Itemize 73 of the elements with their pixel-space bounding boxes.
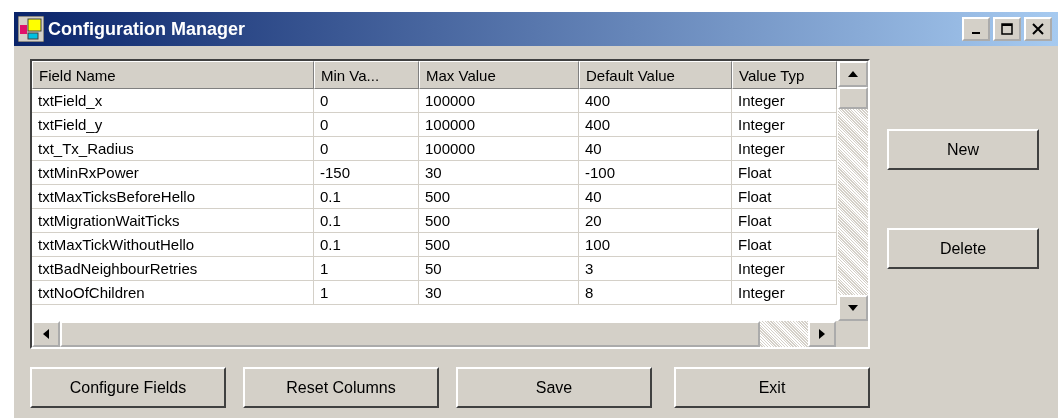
dialog-button[interactable]: Save: [456, 367, 652, 408]
table-cell: txt_Tx_Radius: [32, 137, 314, 161]
right-arrow-icon: [819, 329, 825, 339]
table-cell: 1: [314, 281, 419, 305]
vertical-scrollbar[interactable]: [838, 61, 868, 321]
up-arrow-icon: [848, 71, 858, 77]
table-cell: txtMinRxPower: [32, 161, 314, 185]
minimize-button[interactable]: [962, 17, 990, 41]
column-header[interactable]: Max Value: [419, 61, 579, 89]
scrollbar-corner: [836, 321, 868, 347]
table-cell: 500: [419, 233, 579, 257]
table-cell: 8: [579, 281, 732, 305]
dialog-button[interactable]: Configure Fields: [30, 367, 226, 408]
table-cell: 0.1: [314, 185, 419, 209]
table-cell: 400: [579, 113, 732, 137]
left-arrow-icon: [43, 329, 49, 339]
table-cell: -150: [314, 161, 419, 185]
table-cell: 0.1: [314, 233, 419, 257]
column-header[interactable]: Field Name: [32, 61, 314, 89]
table-cell: 100000: [419, 89, 579, 113]
table-cell: txtNoOfChildren: [32, 281, 314, 305]
table-cell: txtMaxTickWithoutHello: [32, 233, 314, 257]
horizontal-scrollbar[interactable]: [32, 321, 868, 347]
table-cell: 100000: [419, 137, 579, 161]
table-cell: 40: [579, 185, 732, 209]
table-cell: 30: [419, 281, 579, 305]
table-cell: -100: [579, 161, 732, 185]
table-cell: 0: [314, 113, 419, 137]
dialog-button[interactable]: Reset Columns: [243, 367, 439, 408]
app-icon: [18, 16, 44, 42]
table-cell: Float: [732, 185, 837, 209]
table-cell: 100000: [419, 113, 579, 137]
table-cell: 40: [579, 137, 732, 161]
table-cell: 500: [419, 185, 579, 209]
table-cell: 30: [419, 161, 579, 185]
table-cell: Float: [732, 209, 837, 233]
minimize-icon: [972, 32, 980, 34]
dialog-button[interactable]: Exit: [674, 367, 870, 408]
table-cell: 0.1: [314, 209, 419, 233]
scroll-thumb[interactable]: [838, 87, 868, 109]
table-cell: 0: [314, 137, 419, 161]
table-cell: Float: [732, 161, 837, 185]
table-cell: Integer: [732, 281, 837, 305]
table-cell: Integer: [732, 89, 837, 113]
table-cell: 20: [579, 209, 732, 233]
table-cell: 400: [579, 89, 732, 113]
column-header[interactable]: Value Typ: [732, 61, 837, 89]
close-icon: [1032, 23, 1044, 35]
table-cell: Integer: [732, 257, 837, 281]
table-cell: 1: [314, 257, 419, 281]
window-title: Configuration Manager: [48, 18, 246, 40]
table-cell: txtField_x: [32, 89, 314, 113]
table-cell: 100: [579, 233, 732, 257]
down-arrow-icon: [848, 305, 858, 311]
maximize-button[interactable]: [993, 17, 1021, 41]
table-cell: txtMigrationWaitTicks: [32, 209, 314, 233]
column-header[interactable]: Min Va...: [314, 61, 419, 89]
table-cell: Integer: [732, 137, 837, 161]
table-cell: 0: [314, 89, 419, 113]
table-cell: 50: [419, 257, 579, 281]
column-header[interactable]: Default Value: [579, 61, 732, 89]
dialog-button[interactable]: Delete: [887, 228, 1039, 269]
table-cell: txtField_y: [32, 113, 314, 137]
table-cell: 500: [419, 209, 579, 233]
scroll-thumb[interactable]: [60, 321, 760, 347]
table-cell: txtMaxTicksBeforeHello: [32, 185, 314, 209]
table-cell: Integer: [732, 113, 837, 137]
table-cell: 3: [579, 257, 732, 281]
dialog-button[interactable]: New: [887, 129, 1039, 170]
table-cell: Float: [732, 233, 837, 257]
table-cell: txtBadNeighbourRetries: [32, 257, 314, 281]
close-button[interactable]: [1024, 17, 1052, 41]
maximize-icon: [1001, 23, 1013, 35]
